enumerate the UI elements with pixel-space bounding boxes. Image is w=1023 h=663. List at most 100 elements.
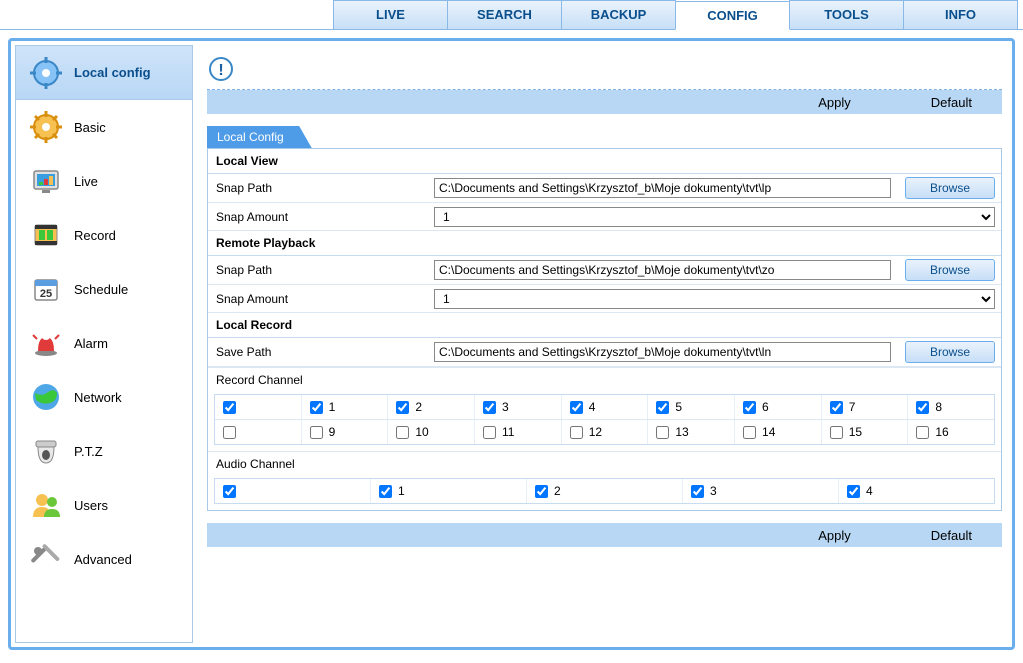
label-snap-path-lv: Snap Path [214,181,424,195]
channel-cell [215,395,302,419]
label-save-path-lr: Save Path [214,345,424,359]
content-box: Local View Snap Path Browse Snap Amount … [207,148,1002,511]
channel-checkbox[interactable] [656,401,669,414]
channel-checkbox[interactable] [223,485,236,498]
channel-label-text: 4 [589,400,596,414]
channel-checkbox[interactable] [847,485,860,498]
channel-checkbox[interactable] [830,426,843,439]
sidebar-item-local-config[interactable]: Local config [16,46,192,100]
channel-label-text: 7 [849,400,856,414]
channel-cell: 3 [475,395,562,419]
sidebar-item-network[interactable]: Network [16,370,192,424]
channel-label-text: 10 [415,425,428,439]
browse-button-rp[interactable]: Browse [905,259,995,281]
channel-checkbox[interactable] [570,426,583,439]
tab-config[interactable]: CONFIG [675,1,790,30]
channel-checkbox[interactable] [223,426,236,439]
channel-label-text: 8 [935,400,942,414]
channel-cell: 11 [475,420,562,444]
channel-cell: 2 [388,395,475,419]
sidebar-item-label: Local config [74,65,151,80]
sidebar-item-ptz[interactable]: P.T.Z [16,424,192,478]
channel-checkbox[interactable] [310,401,323,414]
sidebar-item-label: Network [74,390,122,405]
browse-button-lr[interactable]: Browse [905,341,995,363]
default-button-bottom[interactable]: Default [931,528,972,543]
tab-tools[interactable]: TOOLS [789,0,904,29]
sidebar-item-record[interactable]: Record [16,208,192,262]
channel-checkbox[interactable] [396,426,409,439]
channel-cell: 4 [839,479,994,503]
sidebar-item-label: Basic [74,120,106,135]
svg-text:!: ! [218,62,223,79]
channel-checkbox[interactable] [743,426,756,439]
channel-checkbox[interactable] [656,426,669,439]
sidebar: Local config Basic Live Record [15,45,193,643]
default-button-top[interactable]: Default [931,95,972,110]
channel-label-text: 12 [589,425,602,439]
apply-button-top[interactable]: Apply [818,95,851,110]
input-snap-path-rp[interactable] [434,260,891,280]
channel-cell: 1 [302,395,389,419]
sidebar-item-live[interactable]: Live [16,154,192,208]
channel-checkbox[interactable] [691,485,704,498]
select-snap-amount-rp[interactable]: 1 [434,289,995,309]
channel-checkbox[interactable] [535,485,548,498]
channel-cell: 14 [735,420,822,444]
users-icon [30,489,62,521]
record-channel-row-2: 910111213141516 [215,420,994,444]
sidebar-item-users[interactable]: Users [16,478,192,532]
channel-label-text: 4 [866,484,873,498]
label-snap-path-rp: Snap Path [214,263,424,277]
channel-cell: 10 [388,420,475,444]
tab-live[interactable]: LIVE [333,0,448,29]
channel-checkbox[interactable] [379,485,392,498]
label-snap-amount-lv: Snap Amount [214,210,424,224]
apply-button-bottom[interactable]: Apply [818,528,851,543]
channel-label-text: 3 [502,400,509,414]
tab-info[interactable]: INFO [903,0,1018,29]
sidebar-item-alarm[interactable]: Alarm [16,316,192,370]
select-snap-amount-lv[interactable]: 1 [434,207,995,227]
channel-checkbox[interactable] [223,401,236,414]
sidebar-item-basic[interactable]: Basic [16,100,192,154]
channel-cell: 1 [371,479,527,503]
channel-checkbox[interactable] [570,401,583,414]
subheader-local-view: Local View [208,149,1001,174]
input-save-path-lr[interactable] [434,342,891,362]
bottom-action-bar: Apply Default [207,523,1002,547]
section-tab-local-config[interactable]: Local Config [207,126,312,148]
channel-cell: 3 [683,479,839,503]
top-action-bar: Apply Default [207,90,1002,114]
channel-label-text: 1 [398,484,405,498]
channel-checkbox[interactable] [830,401,843,414]
tab-search[interactable]: SEARCH [447,0,562,29]
channel-checkbox[interactable] [483,401,496,414]
channel-checkbox[interactable] [743,401,756,414]
monitor-icon [30,165,62,197]
channel-cell: 15 [822,420,909,444]
record-channel-grid: 12345678 910111213141516 [214,394,995,445]
input-snap-path-lv[interactable] [434,178,891,198]
sidebar-item-schedule[interactable]: 25 Schedule [16,262,192,316]
channel-checkbox[interactable] [916,426,929,439]
channel-label-text: 3 [710,484,717,498]
channel-checkbox[interactable] [483,426,496,439]
globe-icon [30,381,62,413]
label-record-channel: Record Channel [208,367,1001,392]
svg-text:25: 25 [40,288,52,300]
main-content: ! Apply Default Local Config Local View … [193,45,1008,643]
browse-button-lv[interactable]: Browse [905,177,995,199]
channel-cell: 13 [648,420,735,444]
gear-orange-icon [30,111,62,143]
alarm-icon [30,327,62,359]
record-channel-row-1: 12345678 [215,395,994,420]
subheader-remote-playback: Remote Playback [208,231,1001,256]
channel-checkbox[interactable] [310,426,323,439]
audio-channel-grid: 1234 [214,478,995,504]
channel-checkbox[interactable] [916,401,929,414]
sidebar-item-advanced[interactable]: Advanced [16,532,192,586]
channel-cell: 12 [562,420,649,444]
tab-backup[interactable]: BACKUP [561,0,676,29]
channel-checkbox[interactable] [396,401,409,414]
